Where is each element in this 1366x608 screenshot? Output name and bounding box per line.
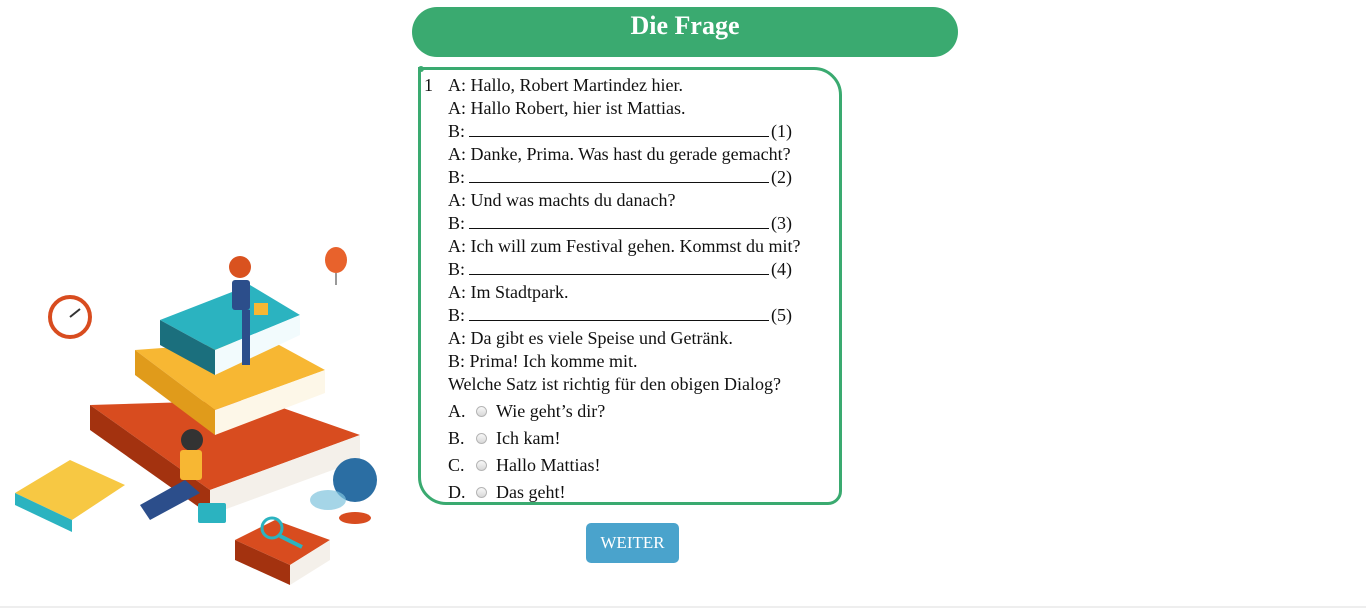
dialog-line: A: Ich will zum Festival gehen. Kommst d… <box>448 236 801 256</box>
dialog-blank-line: B: (2) <box>448 166 793 187</box>
dialog-blank-line: B: (3) <box>448 212 793 233</box>
answer-blank <box>469 120 770 137</box>
answer-blank <box>469 258 770 275</box>
next-button[interactable]: WEITER <box>586 523 679 563</box>
answer-blank <box>469 166 770 183</box>
option-text[interactable]: Hallo Mattias! <box>496 455 600 476</box>
books-study-illustration <box>15 247 377 585</box>
dialog-lines: A: Hallo, Robert Martindez hier. A: Hall… <box>448 74 800 396</box>
option-a[interactable]: A. Wie geht’s dir? <box>448 398 605 425</box>
dialog-line: A: Danke, Prima. Was hast du gerade gema… <box>448 144 791 164</box>
option-text[interactable]: Das geht! <box>496 482 565 503</box>
dialog-line: B: Prima! Ich komme mit. <box>448 351 638 371</box>
dialog-line: A: Hallo, Robert Martindez hier. <box>448 75 683 95</box>
option-a-radio[interactable] <box>476 406 487 417</box>
answer-blank <box>469 304 770 321</box>
option-b[interactable]: B. Ich kam! <box>448 425 605 452</box>
option-letter: B. <box>448 428 465 448</box>
option-text[interactable]: Ich kam! <box>496 428 560 449</box>
option-d-radio[interactable] <box>476 487 487 498</box>
dialog-line: A: Hallo Robert, hier ist Mattias. <box>448 98 686 118</box>
dialog-line: A: Da gibt es viele Speise und Getränk. <box>448 328 733 348</box>
option-text[interactable]: Wie geht’s dir? <box>496 401 605 422</box>
question-header: Die Frage <box>412 7 958 57</box>
dialog-blank-line: B: (5) <box>448 304 793 325</box>
question-number: 1 <box>424 75 433 95</box>
option-letter: C. <box>448 455 465 475</box>
answer-blank <box>469 212 770 229</box>
question-prompt: Welche Satz ist richtig für den obigen D… <box>448 374 781 394</box>
answer-options: A. Wie geht’s dir? B. Ich kam! C. Hallo … <box>448 398 605 506</box>
box-corner-dot <box>418 66 424 72</box>
dialog-line: A: Und was machts du danach? <box>448 190 676 210</box>
option-c-radio[interactable] <box>476 460 487 471</box>
dialog-blank-line: B: (4) <box>448 258 793 279</box>
header-title: Die Frage <box>630 11 740 40</box>
option-c[interactable]: C. Hallo Mattias! <box>448 452 605 479</box>
dialog-line: A: Im Stadtpark. <box>448 282 569 302</box>
option-letter: D. <box>448 482 466 502</box>
dialog-blank-line: B: (1) <box>448 120 793 141</box>
option-d[interactable]: D. Das geht! <box>448 479 605 506</box>
option-letter: A. <box>448 401 466 421</box>
option-b-radio[interactable] <box>476 433 487 444</box>
